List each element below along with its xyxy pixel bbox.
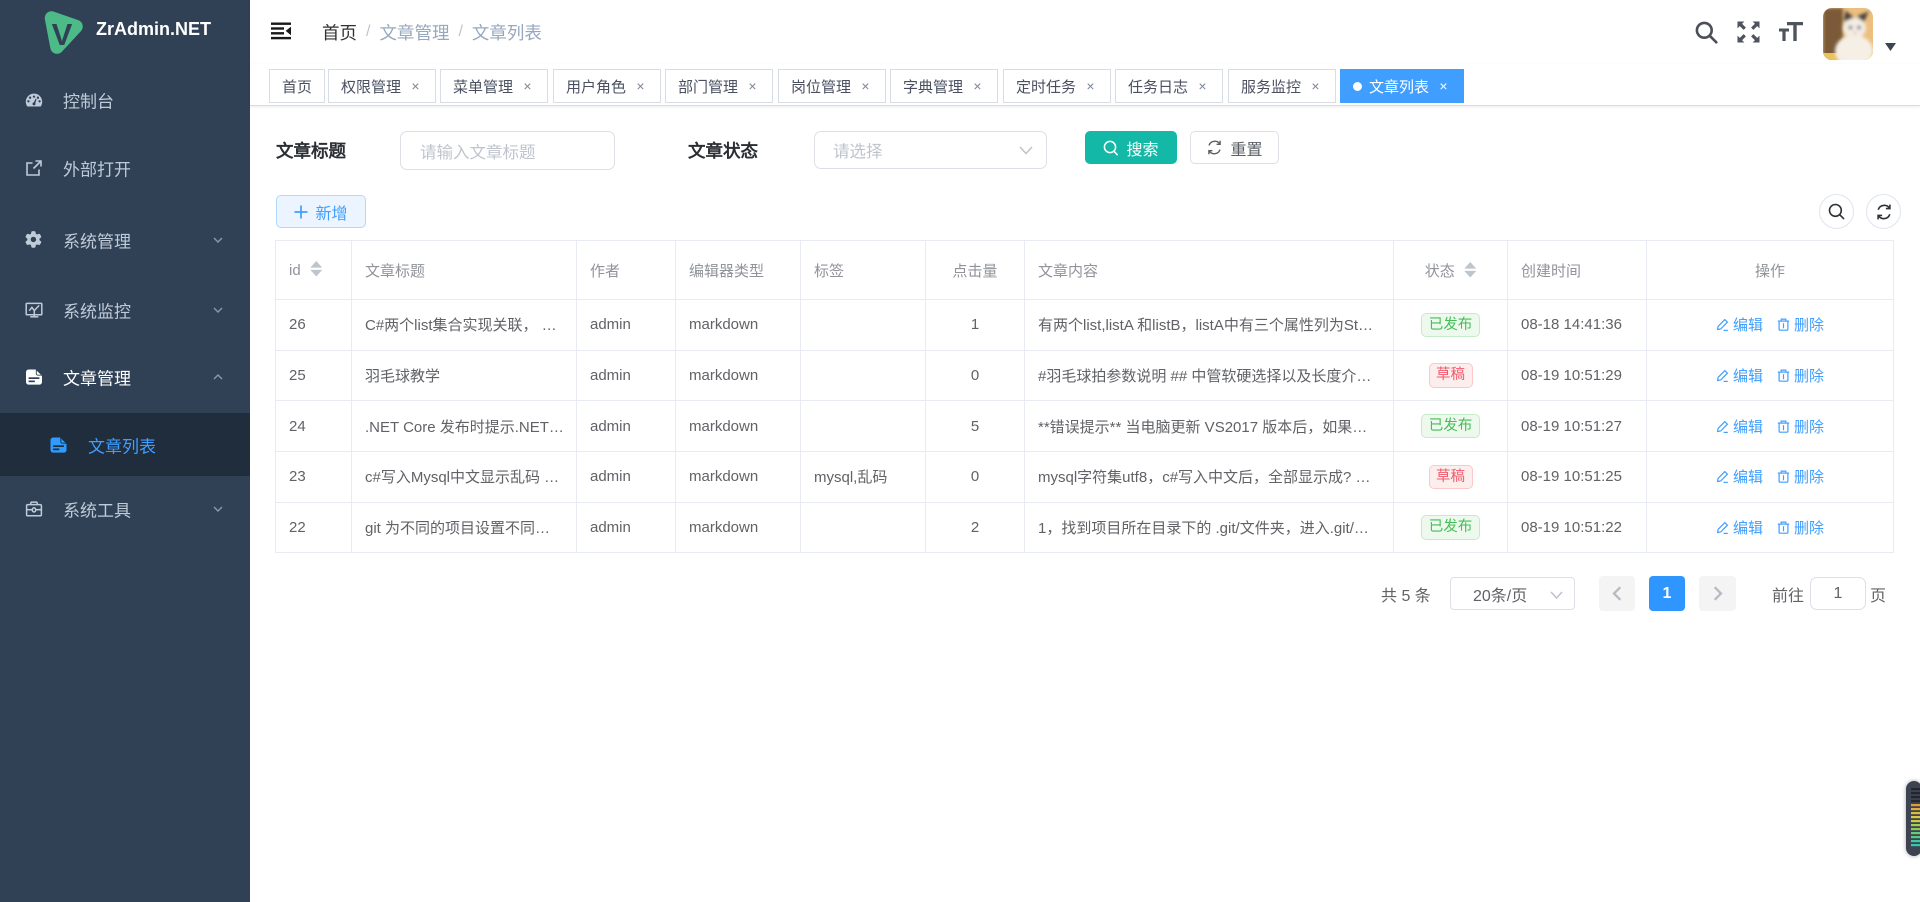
svg-text:V: V — [52, 17, 73, 52]
